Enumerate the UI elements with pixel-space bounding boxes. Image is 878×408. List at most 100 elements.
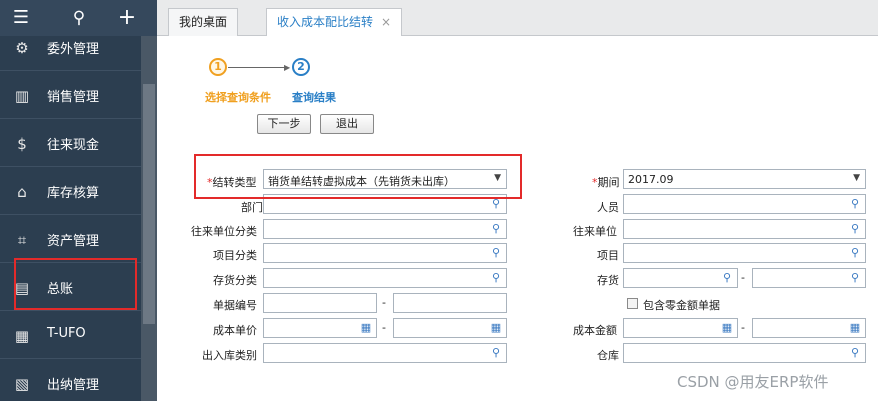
label-text: 期间 [597, 176, 620, 189]
staff-label: 人员 [597, 201, 619, 214]
step-2-label: 查询结果 [292, 91, 336, 104]
divider [0, 70, 141, 71]
sidebar-item-label: 库存核算 [47, 186, 100, 201]
divider [0, 358, 141, 359]
partner-label: 往来单位 [573, 225, 617, 238]
exit-button[interactable]: 退出 [320, 114, 374, 134]
warehouse-label: 仓库 [597, 349, 619, 362]
step-1-indicator: 1 [209, 58, 227, 76]
range-dash: - [741, 271, 745, 284]
highlight-box-transfer-type [194, 154, 522, 199]
sidebar: ☰ ⚲ + ⚙ 委外管理 ▥ 销售管理 $ 往来现金 ⌂ 库存核算 ⌗ 资产管理… [0, 0, 157, 401]
tab-bar: 我的桌面 收入成本配比结转 × [157, 0, 878, 37]
range-dash: - [741, 321, 745, 334]
unit-cost-from-input[interactable]: ▦ [263, 318, 377, 338]
sidebar-item-inventory-accounting[interactable]: ⌂ 库存核算 [0, 168, 141, 216]
sidebar-item-cash[interactable]: $ 往来现金 [0, 120, 141, 168]
sales-chart-icon: ▥ [14, 87, 30, 105]
unit-cost-label: 成本单价 [213, 324, 257, 337]
sidebar-item-t-ufo[interactable]: ▦ T-UFO [0, 312, 141, 360]
sidebar-item-sales[interactable]: ▥ 销售管理 [0, 72, 141, 120]
select-value: 2017.09 [628, 173, 674, 186]
partner-input[interactable]: ⚲ [623, 219, 866, 239]
cost-amount-label: 成本金额 [573, 324, 617, 337]
next-step-button[interactable]: 下一步 [257, 114, 311, 134]
lookup-icon[interactable]: ⚲ [489, 197, 503, 211]
calculator-icon: ▦ [14, 327, 30, 345]
period-label: *期间 [592, 174, 620, 190]
io-type-input[interactable]: ⚲ [263, 343, 507, 363]
arrow-right-icon: ▶ [284, 63, 291, 72]
sidebar-item-label: 资产管理 [47, 234, 100, 249]
calculator-icon[interactable]: ▦ [489, 321, 503, 335]
divider [0, 310, 141, 311]
watermark: CSDN @用友ERP软件 [677, 373, 829, 391]
lookup-icon[interactable]: ⚲ [848, 346, 862, 360]
unit-cost-to-input[interactable]: ▦ [393, 318, 507, 338]
cashier-icon: ▧ [14, 375, 30, 393]
asset-icon: ⌗ [17, 231, 27, 249]
sidebar-item-label: 往来现金 [47, 138, 100, 153]
warehouse-icon: ⌂ [17, 183, 27, 201]
tab-my-desktop[interactable]: 我的桌面 [168, 8, 239, 36]
calculator-icon[interactable]: ▦ [848, 321, 862, 335]
tab-income-cost-transfer[interactable]: 收入成本配比结转 × [266, 8, 403, 37]
tab-label: 我的桌面 [179, 15, 228, 29]
chevron-down-icon: ▼ [853, 173, 860, 183]
lookup-icon[interactable]: ⚲ [848, 222, 862, 236]
project-label: 项目 [597, 249, 619, 262]
sidebar-item-assets[interactable]: ⌗ 资产管理 [0, 216, 141, 264]
stock-from-input[interactable]: ⚲ [623, 268, 738, 288]
io-type-label: 出入库类别 [202, 349, 257, 362]
tab-label: 收入成本配比结转 [277, 15, 374, 29]
project-input[interactable]: ⚲ [623, 243, 866, 263]
project-class-input[interactable]: ⚲ [263, 243, 507, 263]
doc-no-from-input[interactable] [263, 293, 377, 313]
lookup-icon[interactable]: ⚲ [489, 222, 503, 236]
stock-class-input[interactable]: ⚲ [263, 268, 507, 288]
sidebar-scroll-thumb[interactable] [143, 84, 155, 324]
magnifier-icon[interactable]: ⚲ [720, 271, 734, 285]
include-zero-checkbox[interactable] [627, 298, 638, 309]
highlight-box-ledger [14, 258, 137, 310]
lookup-icon[interactable]: ⚲ [848, 197, 862, 211]
partner-class-label: 往来单位分类 [191, 225, 257, 238]
lookup-icon[interactable]: ⚲ [489, 246, 503, 260]
stock-to-input[interactable]: ⚲ [752, 268, 866, 288]
include-zero-label: 包含零金额单据 [643, 299, 720, 312]
period-select[interactable]: 2017.09 ▼ [623, 169, 866, 189]
close-icon[interactable]: × [381, 15, 391, 29]
partner-class-input[interactable]: ⚲ [263, 219, 507, 239]
divider [0, 118, 141, 119]
sidebar-item-outsourcing[interactable]: ⚙ 委外管理 [0, 24, 141, 72]
lookup-icon[interactable]: ⚲ [848, 246, 862, 260]
lookup-icon[interactable]: ⚲ [489, 271, 503, 285]
department-label: 部门 [241, 201, 263, 214]
calculator-icon[interactable]: ▦ [720, 321, 734, 335]
cost-amount-from-input[interactable]: ▦ [623, 318, 738, 338]
doc-no-label: 单据编号 [213, 299, 257, 312]
warehouse-input[interactable]: ⚲ [623, 343, 866, 363]
step-connector [228, 67, 288, 68]
staff-input[interactable]: ⚲ [623, 194, 866, 214]
cost-amount-to-input[interactable]: ▦ [752, 318, 866, 338]
outsourcing-icon: ⚙ [15, 39, 29, 57]
range-dash: - [382, 296, 386, 309]
step-2-indicator: 2 [292, 58, 310, 76]
doc-no-to-input[interactable] [393, 293, 507, 313]
range-dash: - [382, 321, 386, 334]
divider [0, 166, 141, 167]
stock-label: 存货 [597, 274, 619, 287]
sidebar-item-label: 委外管理 [47, 42, 100, 57]
project-class-label: 项目分类 [213, 249, 257, 262]
lookup-icon[interactable]: ⚲ [489, 346, 503, 360]
stock-class-label: 存货分类 [213, 274, 257, 287]
step-1-label: 选择查询条件 [205, 91, 271, 104]
main-content: 1 ▶ 2 选择查询条件 查询结果 下一步 退出 *结转类型 销货单结转虚拟成本… [157, 36, 878, 401]
magnifier-icon[interactable]: ⚲ [848, 271, 862, 285]
sidebar-item-label: 销售管理 [47, 90, 100, 105]
sidebar-item-label: 出纳管理 [47, 378, 100, 393]
divider [0, 214, 141, 215]
calculator-icon[interactable]: ▦ [359, 321, 373, 335]
sidebar-item-label: T-UFO [47, 326, 86, 341]
